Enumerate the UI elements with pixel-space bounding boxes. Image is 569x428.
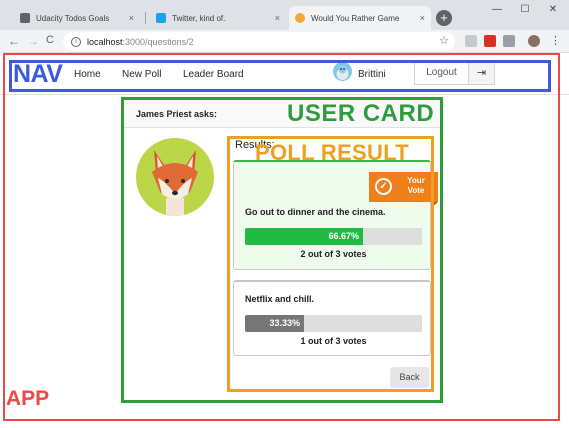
extension-icon[interactable] <box>465 35 477 47</box>
browser-toolbar: ← → C i localhost :3000/questions/2 ☆ ⋮ <box>0 30 569 53</box>
extension-icon[interactable] <box>484 35 496 47</box>
tab-separator <box>145 12 146 24</box>
tab-title: Twitter, kind of. <box>172 13 226 23</box>
nav-annotation-label: NAV <box>13 60 63 88</box>
emoji-icon <box>295 13 305 23</box>
address-bar[interactable]: i localhost :3000/questions/2 ☆ <box>63 32 455 51</box>
poll-result-annotation-box <box>227 136 434 392</box>
profile-avatar[interactable] <box>528 35 540 47</box>
forward-arrow-icon[interactable]: → <box>27 34 39 48</box>
minimize-button[interactable]: — <box>483 3 511 17</box>
tab-title: Would You Rather Game <box>311 13 400 23</box>
nav-annotation-box <box>9 60 551 92</box>
close-icon[interactable]: × <box>275 13 280 23</box>
close-icon[interactable]: × <box>420 13 425 23</box>
extension-icon[interactable] <box>503 35 515 47</box>
close-icon[interactable]: × <box>129 13 134 23</box>
tab-title: Udacity Todos Goals <box>36 13 110 23</box>
tab-twitter[interactable]: Twitter, kind of. × <box>150 6 286 30</box>
twitter-icon <box>156 13 166 23</box>
page-icon <box>20 13 30 23</box>
maximize-button[interactable]: ☐ <box>511 3 539 17</box>
tab-strip: Udacity Todos Goals × Twitter, kind of. … <box>0 0 569 30</box>
back-arrow-icon[interactable]: ← <box>8 34 20 48</box>
bookmark-star-icon[interactable]: ☆ <box>439 34 449 47</box>
close-window-button[interactable]: ✕ <box>539 3 567 17</box>
new-tab-button[interactable]: + <box>436 10 452 26</box>
poll-result-annotation-label: POLL RESULT <box>255 140 410 165</box>
app-annotation-label: APP <box>6 387 50 410</box>
info-icon[interactable]: i <box>71 36 81 47</box>
tab-would-you-rather[interactable]: Would You Rather Game × <box>289 6 431 30</box>
reload-icon[interactable]: C <box>46 34 54 46</box>
url-path: :3000/questions/2 <box>122 36 194 47</box>
tab-udacity-todos[interactable]: Udacity Todos Goals × <box>14 6 140 30</box>
user-card-annotation-label: USER CARD <box>287 100 435 127</box>
menu-dots-icon[interactable]: ⋮ <box>550 34 561 47</box>
url-host: localhost <box>87 36 123 47</box>
browser-window: Udacity Todos Goals × Twitter, kind of. … <box>0 0 569 428</box>
